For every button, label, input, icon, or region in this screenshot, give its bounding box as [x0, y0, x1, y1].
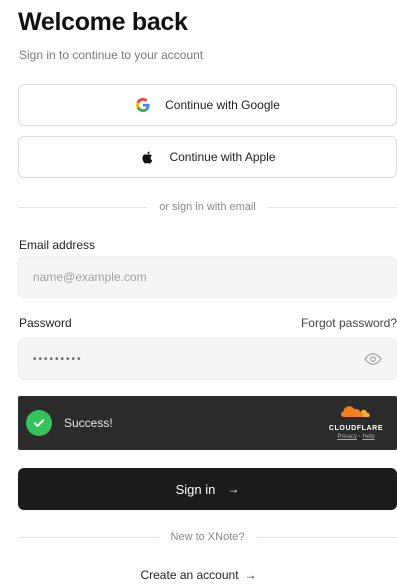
- email-placeholder: name@example.com: [33, 270, 147, 284]
- continue-with-apple-button[interactable]: Continue with Apple: [18, 136, 397, 178]
- captcha-widget[interactable]: Success! CLOUDFLARE Privacy · Help: [18, 396, 397, 450]
- password-field[interactable]: •••••••••: [18, 338, 397, 380]
- password-label: Password: [19, 316, 72, 330]
- apple-button-label: Continue with Apple: [169, 150, 276, 164]
- email-field[interactable]: name@example.com: [18, 256, 397, 298]
- create-account-label: Create an account: [140, 568, 239, 582]
- create-account-link[interactable]: Create an account →: [0, 568, 397, 582]
- forgot-password-link[interactable]: Forgot password?: [301, 316, 397, 330]
- email-divider-text: or sign in with email: [159, 201, 256, 213]
- continue-with-google-button[interactable]: Continue with Google: [18, 84, 397, 126]
- cloudflare-wordmark: CLOUDFLARE: [328, 425, 384, 432]
- google-icon: [135, 97, 151, 113]
- eye-icon[interactable]: [364, 350, 382, 368]
- cloudflare-links: Privacy · Help: [319, 434, 393, 440]
- signup-divider: New to XNote?: [18, 530, 397, 544]
- captcha-status: Success!: [64, 416, 113, 430]
- arrow-right-icon: →: [227, 482, 240, 496]
- email-label: Email address: [19, 238, 96, 252]
- divider-line: [267, 206, 397, 208]
- sign-in-button[interactable]: Sign in →: [18, 468, 397, 510]
- cloudflare-cloud-icon: [341, 406, 370, 417]
- email-divider: or sign in with email: [18, 200, 397, 214]
- apple-icon: [139, 149, 155, 165]
- divider-line: [18, 206, 148, 208]
- page-subtitle: Sign in to continue to your account: [19, 48, 204, 62]
- password-masked-value: •••••••••: [33, 353, 83, 365]
- cloudflare-logo: CLOUDFLARE Privacy · Help: [319, 404, 393, 444]
- success-check-icon: [26, 410, 52, 436]
- arrow-right-icon: →: [244, 568, 257, 582]
- privacy-link[interactable]: Privacy: [337, 434, 357, 440]
- help-link[interactable]: Help: [362, 434, 374, 440]
- signup-divider-text: New to XNote?: [170, 531, 245, 543]
- page-title: Welcome back: [18, 8, 188, 36]
- google-button-label: Continue with Google: [165, 98, 280, 112]
- link-separator: ·: [358, 434, 361, 440]
- sign-in-label: Sign in: [175, 481, 216, 497]
- divider-line: [256, 536, 397, 538]
- divider-line: [18, 536, 159, 538]
